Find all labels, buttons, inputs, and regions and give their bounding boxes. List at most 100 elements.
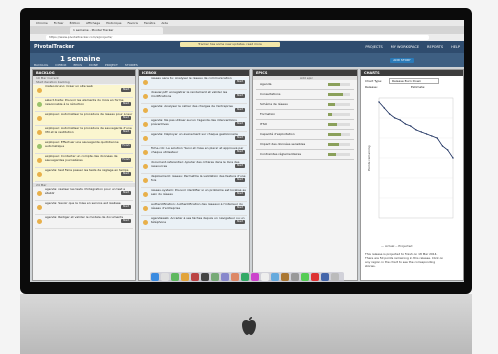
subnav-link[interactable]: PROJECT xyxy=(105,63,118,67)
story-state-button[interactable]: Start xyxy=(121,219,131,223)
epic-row[interactable]: Formation xyxy=(256,110,354,120)
dock-app-icon[interactable] xyxy=(311,273,319,281)
menu-item[interactable]: Historique xyxy=(106,21,121,25)
epic-row[interactable]: Agenda xyxy=(256,80,354,90)
dock-app-icon[interactable] xyxy=(291,273,299,281)
subnav-link[interactable]: BACKLOG xyxy=(34,63,48,67)
epic-row[interactable]: Contraintes réglementaires xyxy=(256,150,354,160)
story-state-button[interactable]: Start xyxy=(121,102,131,106)
epic-row[interactable]: Impact des données sensibles xyxy=(256,140,354,150)
chart-type-select[interactable]: Release Burn Down xyxy=(389,78,439,84)
app-logo[interactable]: PivotalTracker xyxy=(34,44,74,50)
story-row[interactable]: authentification: Authentification des r… xyxy=(141,203,247,216)
menu-item[interactable]: Chrome xyxy=(36,21,48,25)
story-row[interactable]: agenda: Savoir que la mise en service es… xyxy=(35,202,133,215)
story-state-button[interactable]: Start xyxy=(121,191,131,195)
epic-row[interactable]: Schéma de réseau xyxy=(256,100,354,110)
epic-row[interactable]: ITSO xyxy=(256,120,354,130)
subnav-link[interactable]: STORIES xyxy=(125,63,138,67)
url-field[interactable]: https://www.pivotaltracker.com/s/project… xyxy=(46,35,429,40)
menu-item[interactable]: Édition xyxy=(70,21,80,25)
story-state-button[interactable]: Start xyxy=(121,116,131,120)
chart-note: This release is projected to finish on 1… xyxy=(365,252,444,268)
menu-item[interactable]: Favoris xyxy=(127,21,138,25)
epic-row[interactable]: Consultations xyxy=(256,90,354,100)
story-state-button[interactable]: Start xyxy=(235,122,245,126)
dock-app-icon[interactable] xyxy=(171,273,179,281)
story-state-button[interactable]: Start xyxy=(235,164,245,168)
story-row[interactable]: déploiement: réseau: Permettre la valida… xyxy=(141,175,247,188)
story-state-button[interactable]: Start xyxy=(235,136,245,140)
nav-link[interactable]: REPORTS xyxy=(427,45,443,49)
dock-app-icon[interactable] xyxy=(161,273,169,281)
burndown-chart[interactable]: Points remaining xyxy=(365,92,459,242)
story-row[interactable]: document.referentiel: Ajouter des critèr… xyxy=(141,161,247,174)
subnav-link[interactable]: DONE xyxy=(89,63,98,67)
story-row[interactable]: réseau.system: Pouvoir identifier si un … xyxy=(141,189,247,202)
story-row[interactable]: sélect.traite: Pouvoir les éléments du m… xyxy=(35,99,133,112)
story-row[interactable]: réseau sans tu: Analyser le réseau de co… xyxy=(141,77,247,90)
story-row[interactable]: agendaweb: Accéder à ses tâches depuis u… xyxy=(141,217,247,230)
dock-app-icon[interactable] xyxy=(191,273,199,281)
dock-app-icon[interactable] xyxy=(241,273,249,281)
dock-app-icon[interactable] xyxy=(251,273,259,281)
menu-item[interactable]: Fichier xyxy=(54,21,64,25)
dock-app-icon[interactable] xyxy=(271,273,279,281)
story-row[interactable]: mateo.bruno: Créer un site web Start xyxy=(35,85,133,98)
story-state-button[interactable]: Finish xyxy=(121,144,131,148)
browser-tab[interactable]: 1 semaine - Pivotal Tracker xyxy=(70,27,163,34)
nav-link[interactable]: HELP xyxy=(451,45,460,49)
story-state-button[interactable]: Start xyxy=(235,150,245,154)
dock-app-icon[interactable] xyxy=(181,273,189,281)
dock-app-icon[interactable] xyxy=(261,273,269,281)
story-row[interactable]: agenda: test Faire passer les tests de r… xyxy=(35,169,133,182)
dock-app-icon[interactable] xyxy=(201,273,209,281)
story-state-button[interactable]: Start xyxy=(235,80,245,84)
dock-app-icon[interactable] xyxy=(221,273,229,281)
dock-app-icon[interactable] xyxy=(151,273,159,281)
story-type-icon xyxy=(143,136,148,141)
story-row[interactable]: expliquer: Automatiser la procédure de s… xyxy=(35,127,133,140)
story-state-button[interactable]: Start xyxy=(121,130,131,134)
menu-item[interactable]: Fenêtre xyxy=(144,21,155,25)
dock-app-icon[interactable] xyxy=(211,273,219,281)
story-state-button[interactable]: Start xyxy=(235,94,245,98)
story-state-button[interactable]: Start xyxy=(235,220,245,224)
epic-label: Contraintes réglementaires xyxy=(260,152,302,156)
story-row[interactable]: expliquer: Effectuer une sauvegarde quot… xyxy=(35,141,133,154)
story-state-button[interactable]: Start xyxy=(235,192,245,196)
story-row[interactable]: agenda: Ne pas utiliser aucun l'agenda d… xyxy=(141,119,247,132)
add-story-button[interactable]: ADD STORY xyxy=(390,58,414,63)
dock-app-icon[interactable] xyxy=(301,273,309,281)
story-title: agenda: test Faire passer les tests de r… xyxy=(45,169,129,172)
story-row[interactable]: agenda: Déployer un événement sur chaque… xyxy=(141,133,247,146)
menu-item[interactable]: Aide xyxy=(161,21,168,25)
dock-app-icon[interactable] xyxy=(231,273,239,281)
story-state-button[interactable]: Start xyxy=(121,172,131,176)
subnav-link[interactable]: EPICS xyxy=(73,63,82,67)
story-row[interactable]: agenda: Analyser le cahier des charges d… xyxy=(141,105,247,118)
story-state-button[interactable]: Start xyxy=(235,206,245,210)
update-notice[interactable]: Tracker has some new updates. read more xyxy=(180,42,280,47)
iteration-sub: Start iteration backlog xyxy=(33,80,135,84)
story-row[interactable]: expliquer: Automatiser le procédure de r… xyxy=(35,113,133,126)
chart-legend: — Actual -- Projected xyxy=(381,244,413,248)
epic-row[interactable]: Capacité d'exploitation xyxy=(256,130,354,140)
story-state-button[interactable]: Start xyxy=(121,205,131,209)
menu-item[interactable]: Affichage xyxy=(86,21,100,25)
story-state-button[interactable]: Start xyxy=(235,178,245,182)
story-state-button[interactable]: Start xyxy=(235,108,245,112)
dock-app-icon[interactable] xyxy=(321,273,329,281)
story-row[interactable]: fiche.cdc: Le solution 'Suivi et mise en… xyxy=(141,147,247,160)
subnav-link[interactable]: ICEBOX xyxy=(55,63,66,67)
story-state-button[interactable]: Finish xyxy=(121,158,131,162)
story-row[interactable]: expliquer: Contacter un compte des donné… xyxy=(35,155,133,168)
dock-app-icon[interactable] xyxy=(331,273,339,281)
dock-app-icon[interactable] xyxy=(281,273,289,281)
story-row[interactable]: dossier.pdf: enregistrer le rendement et… xyxy=(141,91,247,104)
story-row[interactable]: agenda: Rédiger et valider le modèle de … xyxy=(35,216,133,229)
story-row[interactable]: agenda: réaliser les tests d'intégration… xyxy=(35,188,133,201)
story-state-button[interactable]: Start xyxy=(121,88,131,92)
nav-link[interactable]: MY WORKSPACE xyxy=(391,45,419,49)
nav-link[interactable]: PROJECTS xyxy=(365,45,382,49)
